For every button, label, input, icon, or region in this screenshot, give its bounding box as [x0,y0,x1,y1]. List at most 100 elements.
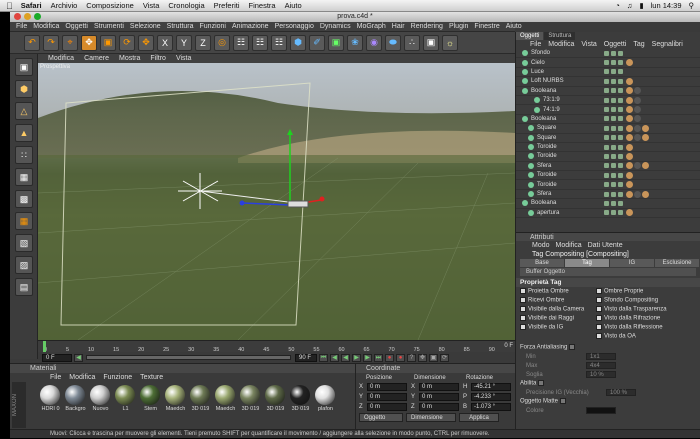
mac-menu-vista[interactable]: Vista [143,1,160,10]
undo-icon[interactable]: ↶ [24,34,40,51]
3d-viewport[interactable]: Prospettiva [38,63,515,340]
position-key-icon[interactable]: ✥ [418,353,427,362]
apple-menu-icon[interactable]:  [6,1,13,11]
redo-icon[interactable]: ↷ [43,34,59,51]
tag-icon[interactable] [626,171,633,179]
tab-struttura[interactable]: Struttura [544,32,576,40]
rotate-tool-icon[interactable]: ⟳ [119,34,135,51]
object-row[interactable]: Toroide [516,143,700,153]
mac-menu-cronologia[interactable]: Cronologia [168,1,204,10]
scene-object[interactable] [287,200,309,208]
material-swatch[interactable]: Stem [140,385,161,412]
attr-menu-modo[interactable]: Modo [532,242,550,249]
go-to-start-icon[interactable]: ⏮ [319,353,328,362]
mac-menu-preferiti[interactable]: Preferiti [214,1,240,10]
viewport-menu-vista[interactable]: Vista [176,55,191,62]
menu-mograph[interactable]: MoGraph [357,23,386,30]
visibility-editor-icon[interactable] [604,116,609,122]
material-swatch[interactable]: L1 [115,385,136,412]
coord-rotation-field[interactable]: -1.073 ° [471,402,511,411]
material-swatch[interactable]: Backgro [65,385,86,412]
battery-icon[interactable]: ▮ [639,1,643,10]
close-window-icon[interactable] [14,13,21,20]
tag-icon[interactable] [634,124,641,132]
menu-modifica[interactable]: Modifica [33,23,59,30]
tag-icon[interactable] [626,152,633,160]
coord-position-field[interactable]: 0 m [367,392,407,401]
object-row[interactable]: Booleana [516,115,700,125]
visibility-render-icon[interactable] [611,135,616,141]
object-row[interactable]: 74:1:9 [516,105,700,115]
scale-key-icon[interactable]: ▣ [429,353,438,362]
autokey-icon[interactable]: ● [396,353,405,362]
object-row[interactable]: Luce [516,68,700,78]
coord-size-mode-select[interactable]: Dimensione [406,413,456,422]
zoom-window-icon[interactable] [34,13,41,20]
material-swatch[interactable]: HDRI 0 [40,385,61,412]
object-row[interactable]: Toroide [516,171,700,181]
visibility-editor-icon[interactable] [604,50,609,56]
property-checkbox[interactable] [520,315,526,322]
visibility-render-icon[interactable] [611,172,616,178]
tag-icon[interactable] [634,190,641,198]
tag-icon[interactable] [626,96,633,104]
menu-struttura[interactable]: Struttura [167,23,194,30]
attr-tab-tag[interactable]: Tag [565,259,609,267]
enable-check-icon[interactable] [618,50,623,56]
objects-menu-oggetti[interactable]: Oggetti [604,41,627,48]
visibility-render-icon[interactable] [611,200,616,206]
menu-funzioni[interactable]: Funzioni [200,23,226,30]
menu-rendering[interactable]: Rendering [411,23,443,30]
viewport-menu-mostra[interactable]: Mostra [119,55,140,62]
menu-aiuto[interactable]: Aiuto [506,23,522,30]
object-row[interactable]: Sfondo [516,49,700,59]
current-frame-field[interactable]: 0 F [42,353,72,362]
attr-tab-esclusione[interactable]: Esclusione [655,259,699,267]
tag-icon[interactable] [642,124,649,132]
move-tool-icon[interactable]: ✥ [81,34,97,51]
particle-icon[interactable]: ∴ [404,34,420,51]
menu-file[interactable]: File [16,23,27,30]
objects-menu-vista[interactable]: Vista [581,41,596,48]
coord-size-field[interactable]: 0 m [419,382,459,391]
array-icon[interactable]: ❀ [347,34,363,51]
visibility-render-icon[interactable] [611,50,616,56]
render-settings-icon[interactable]: ☷ [271,34,287,51]
visibility-render-icon[interactable] [611,116,616,122]
materials-menu-funzione[interactable]: Funzione [103,374,132,381]
mac-menu-aiuto[interactable]: Aiuto [285,1,302,10]
mac-menu-safari[interactable]: Safari [21,1,42,10]
tag-icon[interactable] [634,162,641,170]
enable-check-icon[interactable] [618,144,623,150]
property-checkbox[interactable] [520,324,526,331]
property-checkbox[interactable] [596,315,602,322]
object-row[interactable]: Toroide [516,180,700,190]
visibility-editor-icon[interactable] [604,97,609,103]
tag-icon[interactable] [634,87,641,95]
tag-icon[interactable] [626,209,633,217]
enable-check-icon[interactable] [618,60,623,66]
apply-button[interactable]: Applica [459,413,499,422]
object-row[interactable]: Booleana [516,199,700,209]
decrement-icon[interactable]: ◀ [74,353,83,362]
enable-check-icon[interactable] [618,163,623,169]
menu-personaggio[interactable]: Personaggio [275,23,314,30]
attr-tab-base[interactable]: Base [520,259,564,267]
record-icon[interactable]: ● [385,353,394,362]
use-object-tool-icon[interactable]: ⬢ [15,80,33,98]
coord-mode-select[interactable]: Oggetto [359,413,403,422]
use-texture-axis-icon[interactable]: ▲ [15,124,33,142]
sculpt-icon[interactable]: ▨ [15,256,33,274]
clock[interactable]: lun 14:39 [651,1,682,10]
object-row[interactable]: 73:1:9 [516,96,700,106]
enable-check-icon[interactable] [618,182,623,188]
visibility-render-icon[interactable] [611,97,616,103]
tag-icon[interactable] [626,143,633,151]
material-swatch[interactable]: 3D 019 [240,385,261,412]
play-backward-icon[interactable]: ◀ [341,353,350,362]
visibility-render-icon[interactable] [611,182,616,188]
visibility-editor-icon[interactable] [604,144,609,150]
object-row[interactable]: Cielo [516,58,700,68]
oggetto-matte-checkbox[interactable] [560,398,567,405]
viewport-menu-modifica[interactable]: Modifica [48,55,74,62]
